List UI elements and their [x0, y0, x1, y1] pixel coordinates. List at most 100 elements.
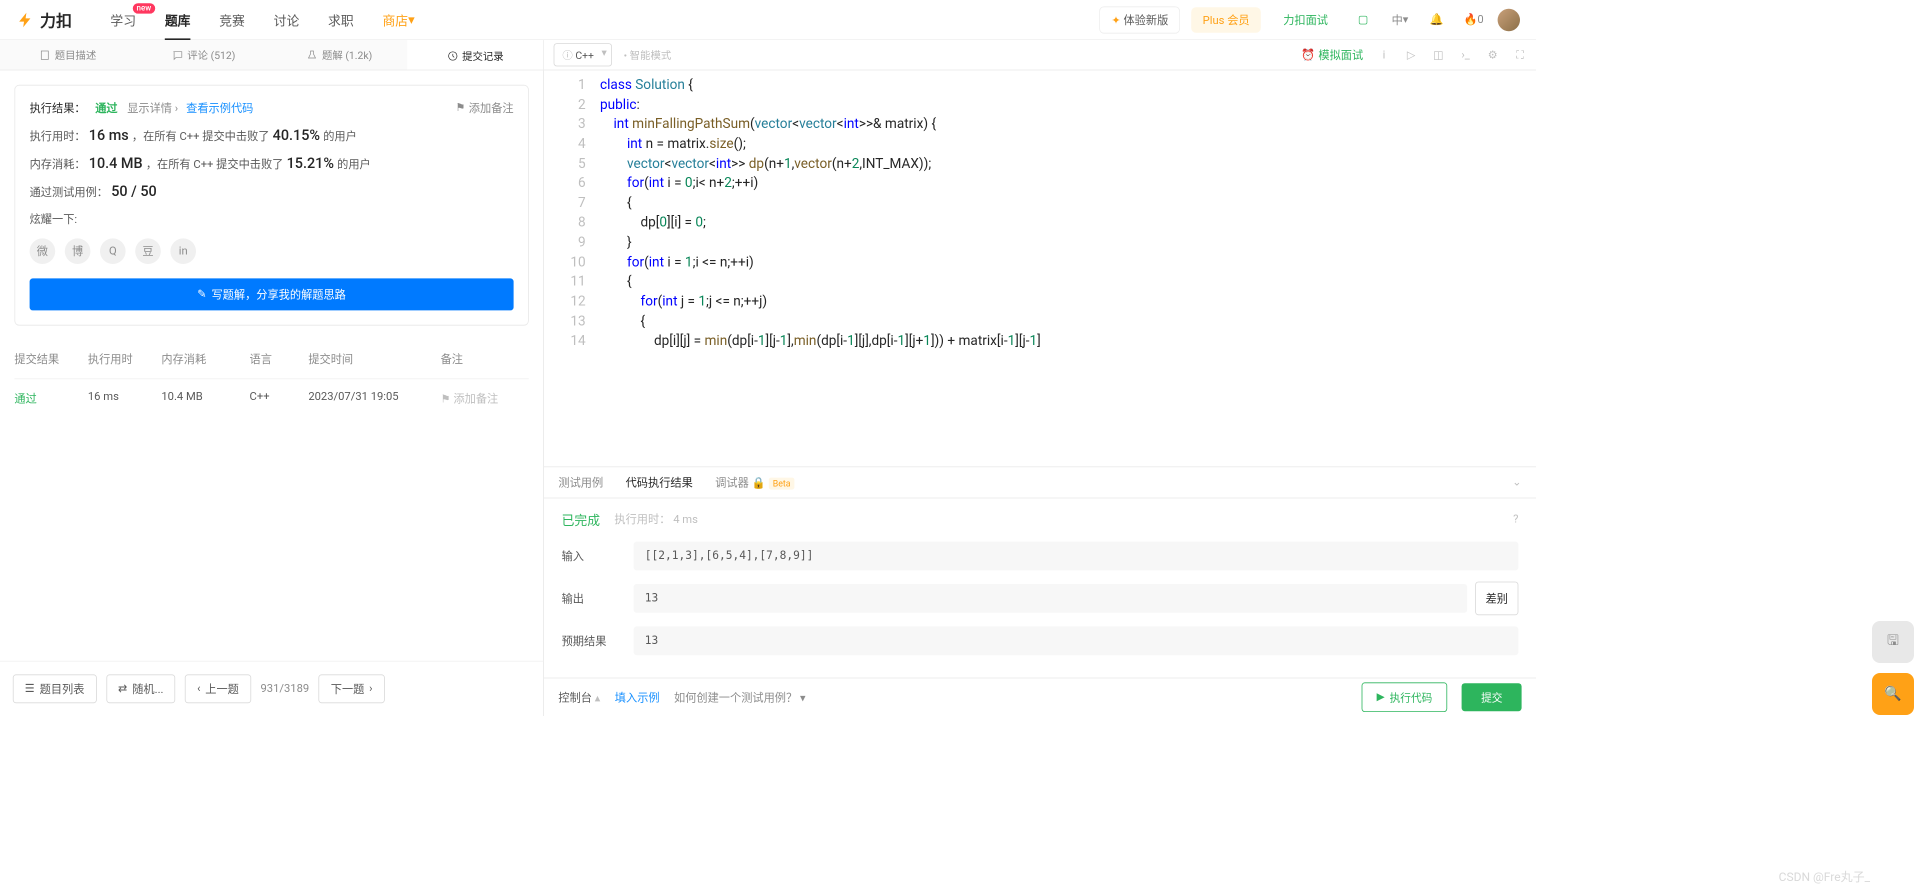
flask-icon	[307, 49, 318, 60]
fullscreen-icon[interactable]: ⛶	[1514, 48, 1527, 61]
input-value: [[2,1,3],[6,5,4],[7,8,9]]	[634, 542, 1519, 571]
try-new-button[interactable]: 体验新版	[1099, 6, 1180, 33]
language-select[interactable]: C++	[554, 43, 613, 66]
tab-testcase[interactable]: 测试用例	[558, 466, 603, 498]
qq-icon[interactable]: Q	[100, 238, 126, 264]
right-footer: 控制台 填入示例 如何创建一个测试用例？ ▶执行代码 提交	[544, 678, 1536, 716]
view-example-link[interactable]: 查看示例代码	[186, 100, 253, 116]
nav-career[interactable]: 求职	[314, 0, 368, 40]
linkedin-icon[interactable]: in	[170, 238, 196, 264]
float-save-icon[interactable]: 🖫	[1872, 621, 1914, 663]
chevron-down-icon: ▾	[408, 12, 414, 27]
pencil-icon: ✎	[197, 288, 206, 301]
logo-icon	[16, 10, 35, 29]
submission-table: 提交结果执行用时内存消耗语言提交时间备注 通过16 ms10.4 MBC++20…	[14, 340, 528, 418]
smart-mode[interactable]: 智能模式	[624, 47, 672, 62]
howto-link[interactable]: 如何创建一个测试用例？	[674, 689, 806, 705]
wechat-icon[interactable]: 微	[30, 238, 56, 264]
flag-icon: ⚑	[456, 102, 466, 115]
tab-solutions[interactable]: 题解 (1.2k)	[272, 40, 408, 70]
mem-val: 10.4 MB	[89, 155, 143, 172]
doc-icon	[39, 49, 50, 60]
nav-contest[interactable]: 竞赛	[205, 0, 259, 40]
tab-submissions[interactable]: 提交记录	[407, 40, 543, 70]
console-toggle[interactable]: 控制台	[558, 689, 600, 705]
exec-time: 16 ms	[89, 127, 129, 144]
logo[interactable]: 力扣	[16, 8, 72, 31]
bottom-tabs: 测试用例 代码执行结果 调试器 🔒Beta ⌄	[544, 466, 1536, 498]
add-note-button[interactable]: ⚑添加备注	[456, 100, 514, 116]
left-tabs: 题目描述 评论 (512) 题解 (1.2k) 提交记录	[0, 40, 543, 70]
share-icons: 微 博 Q 豆 in	[30, 238, 514, 264]
nav-problems[interactable]: 题库	[150, 0, 204, 40]
play-icon[interactable]: ▷	[1405, 48, 1418, 61]
table-row[interactable]: 通过16 ms10.4 MBC++2023/07/31 19:05⚑ 添加备注	[14, 379, 528, 417]
info-icon[interactable]: i	[1378, 48, 1391, 61]
top-nav: 力扣 学习new 题库 竞赛 讨论 求职 商店 ▾ 体验新版 Plus 会员 力…	[0, 0, 1536, 40]
nav-learn[interactable]: 学习new	[96, 0, 150, 40]
tests-pass: 50 / 50	[111, 183, 157, 200]
bookmark-icon[interactable]: ◫	[1432, 48, 1445, 61]
nav-store[interactable]: 商店 ▾	[368, 0, 429, 40]
comment-icon	[172, 49, 183, 60]
left-footer: ☰题目列表 ⇄随机... ‹上一题 931/3189 下一题›	[0, 661, 543, 716]
problem-list-button[interactable]: ☰题目列表	[13, 674, 97, 703]
expected-value: 13	[634, 626, 1519, 655]
mobile-icon[interactable]: ▢	[1350, 7, 1376, 33]
fire-icon[interactable]: 🔥 0	[1461, 7, 1487, 33]
chevron-right-icon: ›	[369, 682, 372, 695]
tab-description[interactable]: 题目描述	[0, 40, 136, 70]
time-pct: 40.15%	[273, 127, 320, 144]
tab-debugger[interactable]: 调试器 🔒Beta	[715, 466, 794, 498]
weibo-icon[interactable]: 博	[65, 238, 91, 264]
douban-icon[interactable]: 豆	[135, 238, 161, 264]
write-solution-button[interactable]: ✎写题解，分享我的解题思路	[30, 278, 514, 310]
float-search-icon[interactable]: 🔍	[1872, 673, 1914, 715]
next-button[interactable]: 下一题›	[319, 674, 385, 703]
pass-status: 通过	[95, 100, 117, 116]
fill-example-link[interactable]: 填入示例	[615, 689, 660, 705]
gear-icon[interactable]: ⚙	[1486, 48, 1499, 61]
output-value: 13	[634, 584, 1468, 613]
tab-exec-result[interactable]: 代码执行结果	[626, 466, 693, 498]
watermark: CSDN @Fre丸子_	[1779, 868, 1870, 885]
play-icon: ▶	[1377, 691, 1385, 703]
mem-pct: 15.21%	[287, 155, 334, 172]
random-button[interactable]: ⇄随机...	[106, 674, 175, 703]
result-card: 执行结果： 通过 显示详情 › 查看示例代码 ⚑添加备注 执行用时： 16 ms…	[14, 85, 528, 326]
left-panel: 题目描述 评论 (512) 题解 (1.2k) 提交记录 执行结果： 通过 显示…	[0, 40, 544, 716]
right-panel: C++ 智能模式 ⏰模拟面试 i ▷ ◫ ›_ ⚙ ⛶ 1class Solut…	[544, 40, 1536, 716]
collapse-icon[interactable]: ⌄	[1512, 476, 1521, 489]
submit-button[interactable]: 提交	[1462, 683, 1522, 711]
mock-interview-button[interactable]: ⏰模拟面试	[1301, 47, 1363, 63]
shuffle-icon: ⇄	[118, 682, 127, 695]
exec-time-label: 执行用时： 4 ms	[614, 511, 697, 527]
run-button[interactable]: ▶执行代码	[1361, 682, 1447, 712]
flex-label: 炫耀一下:	[30, 211, 78, 227]
prev-button[interactable]: ‹上一题	[185, 674, 251, 703]
lang-switch[interactable]: 中 ▾	[1387, 7, 1413, 33]
alarm-icon: ⏰	[1301, 48, 1315, 61]
done-status: 已完成	[562, 510, 600, 529]
list-icon: ☰	[25, 682, 35, 695]
table-header: 提交结果执行用时内存消耗语言提交时间备注	[14, 340, 528, 379]
add-note-cell[interactable]: ⚑ 添加备注	[441, 390, 529, 406]
terminal-icon[interactable]: ›_	[1459, 48, 1472, 61]
diff-button[interactable]: 差别	[1475, 582, 1518, 616]
plus-button[interactable]: Plus 会员	[1191, 7, 1260, 33]
nav-discuss[interactable]: 讨论	[259, 0, 313, 40]
chevron-left-icon: ‹	[197, 682, 200, 695]
tab-comments[interactable]: 评论 (512)	[136, 40, 272, 70]
float-buttons: 🖫 🔍	[1872, 621, 1914, 715]
brand-text: 力扣	[40, 8, 72, 31]
interview-button[interactable]: 力扣面试	[1272, 7, 1339, 33]
bell-icon[interactable]: 🔔	[1424, 7, 1450, 33]
code-editor[interactable]: 1class Solution { 2public: 3 int minFall…	[544, 70, 1536, 466]
avatar[interactable]	[1498, 8, 1520, 30]
editor-toolbar: C++ 智能模式 ⏰模拟面试 i ▷ ◫ ›_ ⚙ ⛶	[544, 40, 1536, 70]
lock-icon: 🔒	[752, 477, 766, 490]
input-label: 输入	[562, 548, 634, 564]
show-detail-link[interactable]: 显示详情 ›	[127, 100, 178, 116]
help-icon[interactable]: ?	[1513, 513, 1518, 526]
expected-label: 预期结果	[562, 633, 634, 649]
